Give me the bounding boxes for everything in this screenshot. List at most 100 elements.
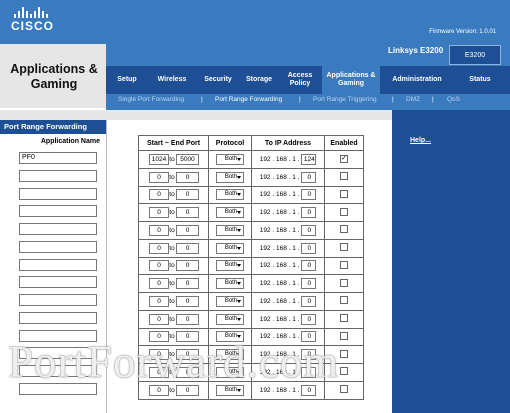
enabled-checkbox[interactable] [340, 189, 348, 198]
enabled-checkbox[interactable] [340, 349, 348, 358]
application-name-input[interactable] [19, 258, 97, 271]
ip-last-octet-input[interactable]: 0 [301, 260, 317, 272]
ip-last-octet-input[interactable]: 0 [301, 171, 317, 183]
top-header-bar [0, 0, 510, 44]
application-name-input[interactable] [19, 187, 97, 200]
enabled-checkbox[interactable] [340, 260, 348, 269]
start-port-input[interactable]: 0 [148, 242, 169, 254]
start-port-input[interactable]: 0 [148, 189, 169, 201]
help-link[interactable]: Help... [410, 137, 431, 144]
tab-administration[interactable]: Administration [384, 66, 450, 94]
content-spacer [106, 110, 392, 120]
protocol-select[interactable]: Both [216, 189, 244, 201]
left-panel-title: Port Range Forwarding [0, 120, 106, 134]
tab-setup[interactable]: Setup [108, 66, 146, 94]
tab-wireless[interactable]: Wireless [150, 66, 194, 94]
ip-last-octet-input[interactable]: 0 [301, 313, 317, 325]
tab-applications-gaming[interactable]: Applications & Gaming [322, 66, 380, 94]
port-range-cell: 1024 to 5000 [138, 150, 209, 169]
ip-last-octet-input[interactable]: 124 [301, 153, 317, 165]
to-label: to [169, 315, 175, 323]
application-name-input[interactable] [19, 294, 97, 306]
enabled-checkbox[interactable] [340, 207, 348, 216]
end-port-input[interactable]: 0 [175, 242, 199, 254]
enabled-checkbox[interactable]: ✓ [340, 155, 348, 164]
enabled-checkbox[interactable] [340, 225, 348, 234]
end-port-input[interactable]: 5000 [175, 153, 199, 165]
start-port-input[interactable]: 0 [148, 224, 169, 236]
enabled-checkbox[interactable] [340, 296, 348, 305]
subtab-qos[interactable]: QoS [447, 96, 460, 103]
application-name-input[interactable] [19, 169, 97, 182]
ip-address-cell: 192 . 168 . 1 . 0 [251, 167, 325, 187]
protocol-select[interactable]: Both [216, 313, 244, 325]
subtab-dmz[interactable]: DMZ [406, 96, 420, 103]
start-port-input[interactable]: 1024 [148, 153, 169, 165]
protocol-select[interactable]: Both [216, 224, 244, 236]
ip-last-octet-input[interactable]: 0 [301, 207, 317, 219]
enabled-checkbox[interactable] [340, 331, 348, 340]
protocol-select[interactable]: Both [216, 242, 244, 254]
ip-address-cell: 192 . 168 . 1 . 124 [251, 150, 325, 169]
application-name-input[interactable] [19, 223, 97, 235]
protocol-select[interactable]: Both [216, 171, 244, 183]
brand-name: CISCO [11, 19, 55, 33]
ip-address-cell: 192 . 168 . 1 . 0 [251, 238, 325, 258]
application-name-input[interactable] [19, 311, 97, 324]
end-port-input[interactable]: 0 [175, 260, 199, 272]
help-panel [392, 110, 510, 413]
tab-storage[interactable]: Storage [241, 66, 277, 94]
start-port-input[interactable]: 0 [148, 260, 169, 272]
application-name-input[interactable] [19, 205, 97, 218]
start-port-input[interactable]: 0 [148, 313, 169, 325]
protocol-select[interactable]: Both [216, 207, 244, 219]
end-port-input[interactable]: 0 [175, 171, 199, 183]
enabled-checkbox[interactable] [340, 367, 348, 376]
ip-last-octet-input[interactable]: 0 [301, 189, 317, 201]
ip-last-octet-input[interactable]: 0 [301, 242, 317, 254]
ip-last-octet-input[interactable]: 0 [301, 278, 317, 290]
ip-last-octet-input[interactable]: 0 [301, 224, 317, 236]
start-port-input[interactable]: 0 [148, 278, 169, 290]
ip-last-octet-input[interactable]: 0 [301, 295, 317, 307]
application-name-input[interactable] [19, 276, 97, 289]
end-port-input[interactable]: 0 [175, 189, 199, 201]
section-title: Applications & Gaming [10, 62, 98, 91]
end-port-input[interactable]: 0 [175, 207, 199, 219]
tab-access-policy[interactable]: Access Policy [280, 66, 320, 94]
protocol-cell: Both [208, 256, 252, 276]
application-name-input[interactable] [19, 240, 97, 253]
enabled-checkbox[interactable] [340, 243, 348, 252]
protocol-select[interactable]: Both [216, 295, 244, 307]
start-port-input[interactable]: 0 [148, 207, 169, 219]
end-port-input[interactable]: 0 [175, 313, 199, 325]
protocol-cell: Both [208, 309, 252, 329]
protocol-select[interactable]: Both [216, 153, 244, 165]
protocol-select[interactable]: Both [216, 278, 244, 290]
end-port-input[interactable]: 0 [175, 224, 199, 236]
ip-prefix: 192 . 168 . 1 . [259, 156, 300, 164]
application-name-input[interactable]: PF0 [19, 152, 97, 164]
ip-prefix: 192 . 168 . 1 . [259, 209, 300, 217]
protocol-select[interactable]: Both [216, 260, 244, 272]
enabled-checkbox[interactable] [340, 278, 348, 287]
port-range-cell: 0 to 0 [138, 167, 209, 187]
subtab-separator: | [201, 96, 203, 103]
start-port-input[interactable]: 0 [148, 295, 169, 307]
tab-status[interactable]: Status [456, 66, 504, 94]
end-port-input[interactable]: 0 [175, 295, 199, 307]
subtab-separator: | [432, 96, 434, 103]
subtab-single-port-forwarding[interactable]: Single Port Forwarding [118, 96, 184, 103]
tab-security[interactable]: Security [198, 66, 238, 94]
ip-address-cell: 192 . 168 . 1 . 0 [251, 221, 325, 240]
protocol-cell: Both [208, 292, 252, 311]
end-port-input[interactable]: 0 [175, 278, 199, 290]
enabled-checkbox[interactable] [340, 172, 348, 181]
to-label: to [169, 244, 175, 252]
start-port-input[interactable]: 0 [148, 171, 169, 183]
subtab-port-range-triggering[interactable]: Port Range Triggering [313, 96, 377, 103]
table-row: 0 to 0 Both 192 . 168 . 1 . 0 [138, 309, 364, 329]
enabled-checkbox[interactable] [340, 314, 348, 323]
subtab-port-range-forwarding[interactable]: Port Range Forwarding [215, 96, 282, 103]
enabled-checkbox[interactable] [340, 385, 348, 394]
